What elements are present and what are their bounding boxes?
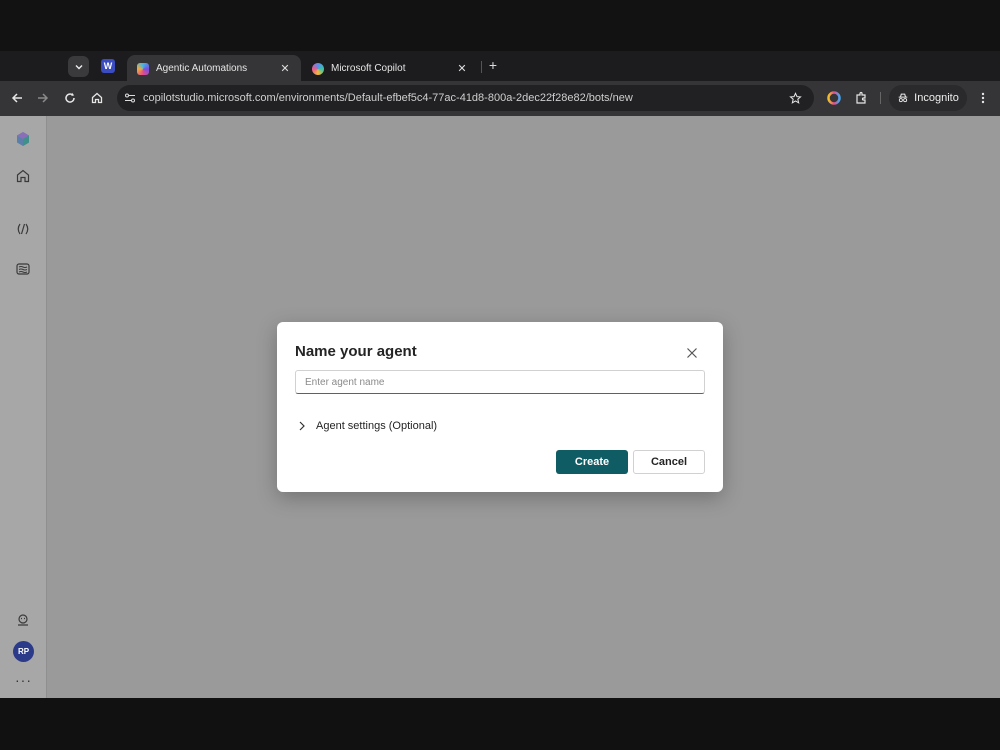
help-bot-icon[interactable] bbox=[14, 611, 32, 629]
incognito-label: Incognito bbox=[914, 92, 959, 104]
agent-settings-expander[interactable]: Agent settings (Optional) bbox=[297, 420, 437, 432]
extensions-puzzle-icon[interactable] bbox=[853, 90, 869, 106]
agent-name-input[interactable] bbox=[295, 370, 705, 394]
tab-close-icon[interactable]: ✕ bbox=[456, 63, 468, 75]
tab-title: Agentic Automations bbox=[156, 63, 248, 74]
incognito-icon bbox=[898, 93, 908, 103]
create-button[interactable]: Create bbox=[556, 450, 628, 474]
back-arrow-icon[interactable] bbox=[9, 90, 25, 106]
tab-close-icon[interactable]: ✕ bbox=[279, 63, 291, 75]
dialog-title: Name your agent bbox=[295, 343, 417, 360]
close-icon[interactable] bbox=[685, 346, 699, 360]
reload-icon[interactable] bbox=[62, 90, 78, 106]
left-navigation-rail: RP ··· bbox=[0, 116, 47, 698]
url-text: copilotstudio.microsoft.com/environments… bbox=[143, 92, 633, 104]
more-options-icon[interactable]: ··· bbox=[15, 672, 32, 688]
incognito-badge[interactable]: Incognito bbox=[889, 85, 967, 111]
home-icon[interactable] bbox=[89, 90, 105, 106]
cancel-button[interactable]: Cancel bbox=[633, 450, 705, 474]
tab-separator bbox=[481, 61, 482, 73]
browser-tab-strip: W Agentic Automations ✕ Microsoft Copilo… bbox=[0, 51, 1000, 82]
tab-search-button[interactable] bbox=[68, 56, 89, 77]
tab-agentic-automations[interactable]: Agentic Automations ✕ bbox=[127, 55, 301, 82]
tab-microsoft-copilot[interactable]: Microsoft Copilot ✕ bbox=[302, 55, 478, 82]
name-agent-dialog: Name your agent Agent settings (Optional… bbox=[277, 322, 723, 492]
home-icon[interactable] bbox=[14, 167, 32, 185]
extension-color-icon[interactable] bbox=[826, 90, 842, 106]
chevron-down-icon bbox=[75, 64, 82, 69]
bookmark-star-icon[interactable] bbox=[784, 87, 806, 109]
library-icon[interactable] bbox=[14, 260, 32, 278]
copilot-studio-logo-icon[interactable] bbox=[14, 130, 32, 148]
site-settings-icon[interactable] bbox=[117, 85, 143, 111]
new-tab-plus-icon[interactable]: + bbox=[486, 58, 500, 73]
tab-title: Microsoft Copilot bbox=[331, 63, 406, 74]
code-agents-icon[interactable] bbox=[14, 220, 32, 238]
toolbar-separator bbox=[880, 92, 881, 104]
browser-menu-kebab-icon[interactable] bbox=[975, 90, 991, 106]
pinned-tab-word-icon[interactable]: W bbox=[101, 59, 115, 73]
screen: W Agentic Automations ✕ Microsoft Copilo… bbox=[0, 0, 1000, 750]
browser-toolbar: copilotstudio.microsoft.com/environments… bbox=[0, 81, 1000, 116]
copilot-studio-favicon-icon bbox=[137, 62, 149, 75]
user-avatar[interactable]: RP bbox=[13, 641, 34, 662]
forward-arrow-icon[interactable] bbox=[35, 90, 51, 106]
agent-settings-label: Agent settings (Optional) bbox=[316, 420, 438, 432]
screen-bottom-bezel bbox=[0, 698, 1000, 750]
address-bar[interactable]: copilotstudio.microsoft.com/environments… bbox=[117, 85, 814, 111]
chevron-right-icon bbox=[297, 421, 307, 431]
copilot-favicon-icon bbox=[312, 62, 324, 75]
